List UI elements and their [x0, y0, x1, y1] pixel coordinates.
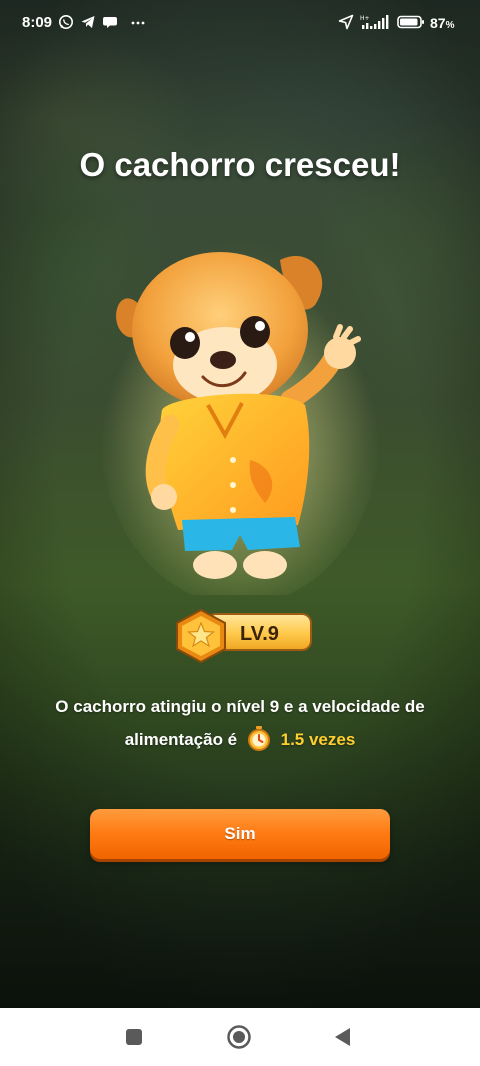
signal-icon: H+	[360, 15, 389, 29]
star-hexagon-icon	[176, 608, 226, 664]
status-bar: 8:09 H+ 87%	[0, 0, 480, 48]
home-icon[interactable]	[226, 1024, 252, 1050]
back-icon[interactable]	[330, 1024, 356, 1050]
stopwatch-icon	[247, 726, 270, 751]
description-prefix: alimentação é	[124, 730, 238, 749]
recent-apps-icon[interactable]	[121, 1024, 147, 1050]
chat-bubble-icon	[103, 17, 117, 28]
svg-text:H+: H+	[360, 15, 370, 22]
whatsapp-icon	[59, 15, 73, 29]
battery-percent: 87%	[430, 15, 455, 31]
battery-icon	[397, 15, 424, 29]
screen: 8:09 H+ 87% O cachorro cresceu! LV.9 O c…	[0, 0, 480, 1066]
telegram-icon	[81, 16, 95, 28]
level-description: O cachorro atingiu o nível 9 e a velocid…	[20, 690, 460, 756]
confirm-button[interactable]: Sim	[90, 809, 390, 859]
more-dots-icon	[131, 21, 145, 25]
navigation-bar	[0, 1008, 480, 1066]
dog-character-illustration	[100, 252, 380, 595]
speed-multiplier: 1.5 vezes	[280, 730, 356, 749]
location-arrow-icon	[338, 14, 354, 30]
status-time: 8:09	[22, 14, 53, 31]
description-line-1: O cachorro atingiu o nível 9 e a velocid…	[55, 697, 425, 716]
level-label: LV.9	[240, 623, 279, 645]
level-badge: LV.9	[170, 604, 318, 664]
description-line-2: alimentação é 1.5 vezes	[20, 723, 460, 756]
dialog-title: O cachorro cresceu!	[79, 146, 401, 183]
